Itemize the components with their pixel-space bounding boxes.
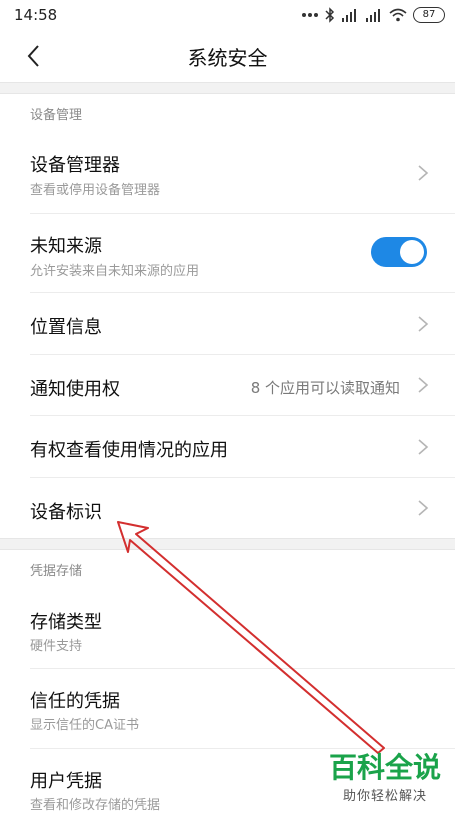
chevron-right-icon — [418, 377, 429, 393]
status-icons: 87 — [301, 6, 445, 24]
watermark-logo: 百科全说 助你轻松解决 — [329, 751, 441, 804]
item-title: 有权查看使用情况的应用 — [30, 440, 228, 461]
item-value: 8 个应用可以读取通知 — [250, 379, 400, 397]
settings-item-unknown-sources[interactable]: 未知来源 允许安装来自未知来源的应用 — [0, 214, 455, 292]
page-title: 系统安全 — [187, 46, 268, 70]
section-divider — [0, 82, 455, 94]
section-header-device-management: 设备管理 — [30, 108, 83, 123]
signal-icon-2 — [366, 9, 380, 22]
settings-item-usage-access[interactable]: 有权查看使用情况的应用 — [0, 416, 455, 477]
item-title: 信任的凭据 — [30, 691, 120, 712]
watermark-title: 百科全说 — [329, 751, 442, 784]
battery-indicator: 87 — [413, 7, 445, 23]
chevron-right-icon — [418, 165, 429, 181]
settings-item-device-admin[interactable]: 设备管理器 查看或停用设备管理器 — [0, 133, 455, 213]
item-title: 通知使用权 — [30, 379, 120, 400]
item-subtitle: 硬件支持 — [30, 639, 83, 654]
item-subtitle: 显示信任的CA证书 — [30, 718, 139, 733]
chevron-right-icon — [418, 500, 429, 516]
item-subtitle: 允许安装来自未知来源的应用 — [30, 264, 200, 279]
item-title: 位置信息 — [30, 317, 102, 338]
top-bar: 系统安全 — [0, 30, 455, 82]
item-title: 用户凭据 — [30, 771, 102, 792]
chevron-right-icon — [418, 439, 429, 455]
more-dots-icon — [302, 13, 318, 17]
settings-item-notification-access[interactable]: 通知使用权 8 个应用可以读取通知 — [0, 355, 455, 415]
settings-item-storage-type[interactable]: 存储类型 硬件支持 — [0, 590, 455, 668]
section-divider — [0, 538, 455, 550]
unknown-sources-toggle[interactable] — [371, 237, 427, 267]
item-title: 存储类型 — [30, 612, 102, 633]
status-bar: 14:58 87 — [0, 0, 455, 30]
chevron-right-icon — [418, 316, 429, 332]
wifi-icon — [389, 8, 407, 22]
status-time: 14:58 — [14, 6, 58, 24]
watermark-subtitle: 助你轻松解决 — [342, 789, 427, 804]
toggle-knob — [400, 240, 424, 264]
settings-item-device-identifier[interactable]: 设备标识 — [0, 478, 455, 538]
item-title: 未知来源 — [30, 236, 102, 257]
bluetooth-icon — [325, 7, 335, 23]
item-title: 设备标识 — [30, 502, 102, 523]
settings-item-trusted-credentials[interactable]: 信任的凭据 显示信任的CA证书 — [0, 669, 455, 748]
section-header-credential-storage: 凭据存储 — [30, 564, 83, 579]
item-subtitle: 查看或停用设备管理器 — [30, 183, 161, 198]
item-subtitle: 查看和修改存储的凭据 — [30, 798, 161, 813]
settings-item-location[interactable]: 位置信息 — [0, 293, 455, 354]
signal-icon — [342, 9, 356, 22]
item-title: 设备管理器 — [30, 155, 120, 176]
